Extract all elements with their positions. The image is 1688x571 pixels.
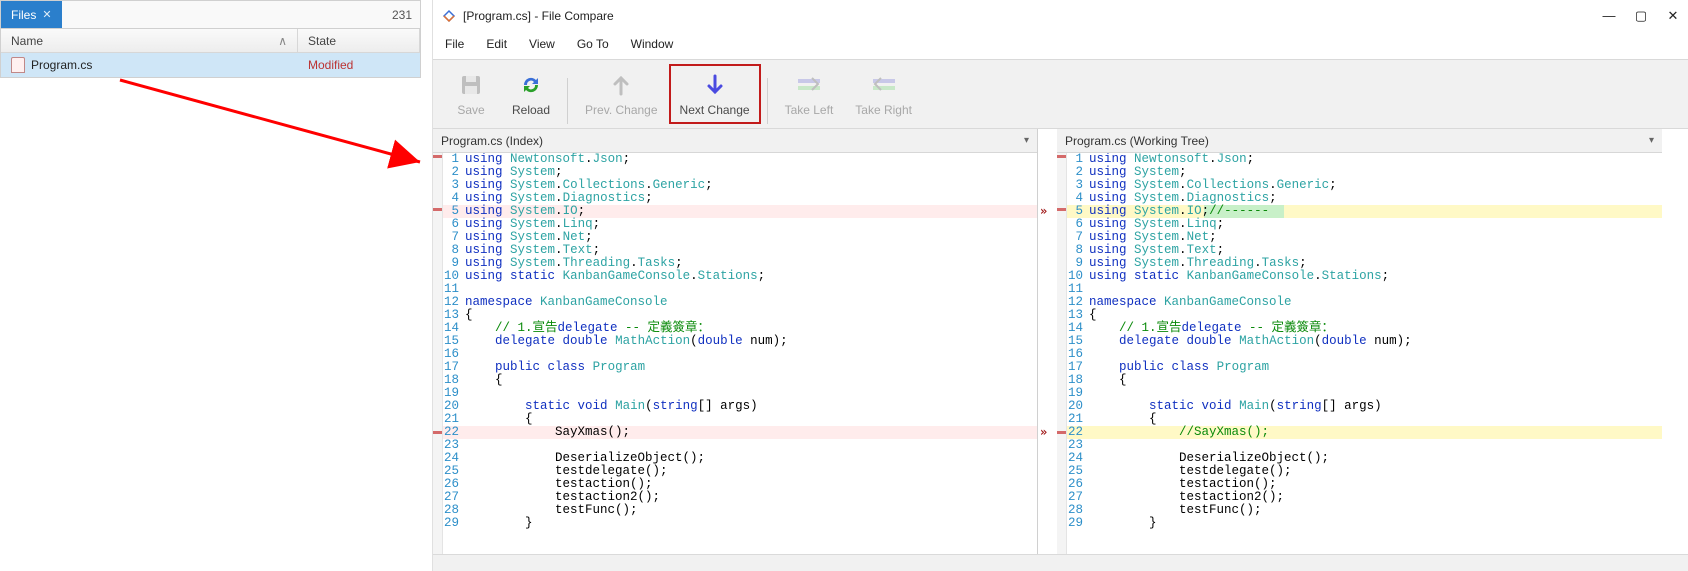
chevron-down-icon[interactable]: ▾: [1024, 135, 1029, 146]
file-state: Modified: [308, 58, 353, 72]
files-tabbar: Files ✕ 231: [1, 1, 420, 29]
prev-change-button[interactable]: Prev. Change: [574, 64, 669, 124]
right-code[interactable]: 1using Newtonsoft.Json;2using System;3us…: [1057, 153, 1662, 554]
save-icon: [457, 71, 485, 99]
code-line[interactable]: 22 //SayXmas();: [1067, 426, 1662, 439]
menu-view[interactable]: View: [525, 35, 559, 53]
diff-gap: » »: [1038, 129, 1057, 554]
code-line[interactable]: 18 {: [1067, 374, 1662, 387]
file-row[interactable]: Program.cs Modified: [1, 53, 420, 77]
right-pane: Program.cs (Working Tree)▾ 1using Newton…: [1057, 129, 1662, 554]
separator: [567, 78, 568, 124]
arrow-up-icon: [607, 71, 635, 99]
horizontal-scrollbar[interactable]: [433, 554, 1688, 571]
titlebar: [Program.cs] - File Compare — ▢ ✕: [433, 0, 1688, 32]
next-change-button[interactable]: Next Change: [669, 64, 761, 124]
left-pane-header[interactable]: Program.cs (Index)▾: [433, 129, 1037, 153]
window-title: [Program.cs] - File Compare: [463, 9, 614, 23]
code-line[interactable]: 29 }: [443, 517, 1037, 530]
code-line[interactable]: 29 }: [1067, 517, 1662, 530]
right-pane-header[interactable]: Program.cs (Working Tree)▾: [1057, 129, 1662, 153]
close-icon[interactable]: ✕: [42, 8, 51, 21]
diff-container: Program.cs (Index)▾ 1using Newtonsoft.Js…: [433, 129, 1688, 554]
files-panel: Files ✕ 231 Name∧ State Program.cs Modif…: [0, 0, 421, 78]
close-icon[interactable]: ✕: [1666, 9, 1680, 23]
take-right-icon: [870, 71, 898, 99]
col-state[interactable]: State: [298, 29, 420, 52]
file-name: Program.cs: [31, 58, 92, 72]
files-tab-label: Files: [11, 8, 36, 22]
code-line[interactable]: 10using static KanbanGameConsole.Station…: [443, 270, 1037, 283]
left-pane: Program.cs (Index)▾ 1using Newtonsoft.Js…: [433, 129, 1038, 554]
chevron-down-icon[interactable]: ▾: [1649, 135, 1654, 146]
save-button[interactable]: Save: [441, 64, 501, 124]
toolbar: Save Reload Prev. Change Next Change Tak…: [433, 59, 1688, 129]
code-line[interactable]: 12namespace KanbanGameConsole: [443, 296, 1037, 309]
minimize-icon[interactable]: —: [1602, 9, 1616, 23]
menu-window[interactable]: Window: [627, 35, 678, 53]
reload-icon: [517, 71, 545, 99]
left-code[interactable]: 1using Newtonsoft.Json;2using System;3us…: [433, 153, 1037, 554]
files-tab[interactable]: Files ✕: [1, 1, 62, 28]
files-columns: Name∧ State: [1, 29, 420, 53]
code-line[interactable]: 17 public class Program: [1067, 361, 1662, 374]
menu-goto[interactable]: Go To: [573, 35, 613, 53]
diff-marker-icon: »: [1040, 426, 1047, 439]
diff-marker-icon: »: [1040, 205, 1047, 218]
file-icon: [11, 57, 25, 73]
reload-button[interactable]: Reload: [501, 64, 561, 124]
menubar: File Edit View Go To Window: [433, 32, 1688, 59]
code-line[interactable]: 10using static KanbanGameConsole.Station…: [1067, 270, 1662, 283]
code-line[interactable]: 18 {: [443, 374, 1037, 387]
code-line[interactable]: 15 delegate double MathAction(double num…: [1067, 335, 1662, 348]
compare-window: [Program.cs] - File Compare — ▢ ✕ File E…: [432, 0, 1688, 571]
maximize-icon[interactable]: ▢: [1634, 9, 1648, 23]
arrow-down-icon: [701, 71, 729, 99]
overview-strip[interactable]: [433, 153, 443, 554]
app-icon: [441, 8, 457, 24]
menu-file[interactable]: File: [441, 35, 468, 53]
take-right-button[interactable]: Take Right: [844, 64, 923, 124]
menu-edit[interactable]: Edit: [482, 35, 511, 53]
code-line[interactable]: 22 SayXmas();: [443, 426, 1037, 439]
col-name[interactable]: Name∧: [1, 29, 298, 52]
code-line[interactable]: 17 public class Program: [443, 361, 1037, 374]
sort-icon: ∧: [278, 34, 287, 48]
code-line[interactable]: 15 delegate double MathAction(double num…: [443, 335, 1037, 348]
take-left-icon: [795, 71, 823, 99]
separator: [767, 78, 768, 124]
take-left-button[interactable]: Take Left: [774, 64, 845, 124]
overview-strip[interactable]: [1057, 153, 1067, 554]
code-line[interactable]: 12namespace KanbanGameConsole: [1067, 296, 1662, 309]
annotation-arrow: [110, 70, 440, 180]
files-count: 231: [392, 8, 412, 22]
